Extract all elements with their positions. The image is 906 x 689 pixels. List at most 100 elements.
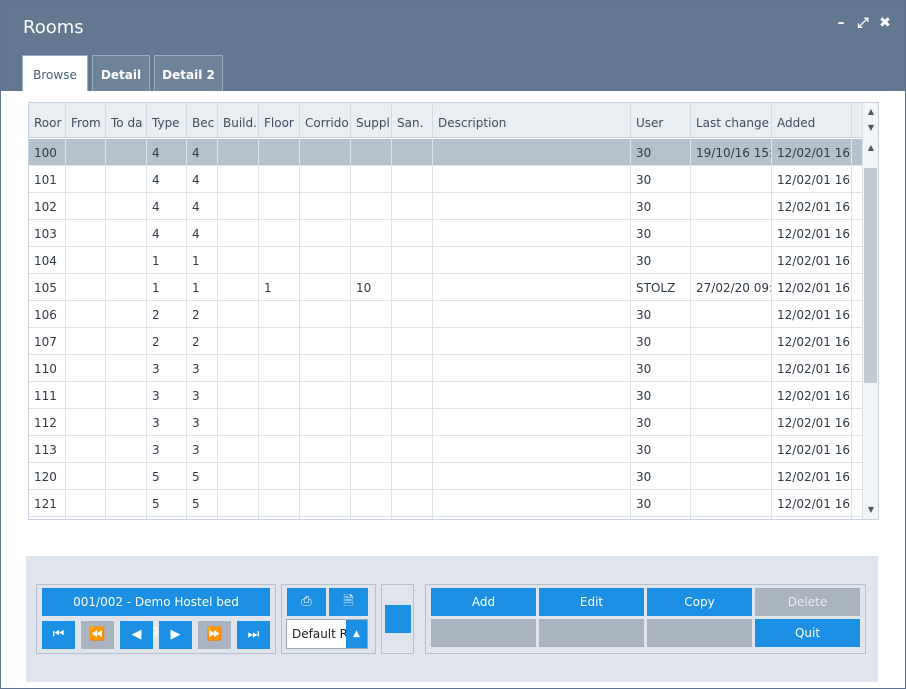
table-cell [351, 247, 392, 274]
table-cell [66, 517, 106, 519]
column-header[interactable]: User [631, 103, 691, 138]
table-cell: 2 [187, 328, 218, 355]
maximize-icon[interactable]: ⤢ [855, 15, 871, 31]
quit-button[interactable]: Quit [755, 619, 860, 647]
column-header[interactable]: Added [772, 103, 852, 138]
table-cell [433, 382, 631, 409]
column-header[interactable]: From [66, 103, 106, 138]
table-cell [106, 436, 147, 463]
table-row[interactable]: 112 3 3 30 12/02/01 16: [29, 409, 863, 436]
table-cell: 3 [147, 382, 187, 409]
minimize-icon[interactable]: – [833, 15, 849, 31]
extra-button[interactable] [385, 605, 411, 633]
table-cell [392, 490, 433, 517]
table-row[interactable]: 110 3 3 30 12/02/01 16: [29, 355, 863, 382]
report-select-value: Default Re [292, 627, 348, 641]
prev-icon[interactable]: ◀ [120, 621, 153, 649]
table-row[interactable]: 113 3 3 30 12/02/01 16: [29, 436, 863, 463]
column-header[interactable]: Build. [218, 103, 259, 138]
table-cell [351, 463, 392, 490]
table-cell [66, 382, 106, 409]
scroll-down-icon[interactable]: ▼ [863, 503, 878, 517]
table-cell: 1 [259, 274, 300, 301]
prev-page-icon[interactable]: ⏪ [81, 621, 114, 649]
table-cell [106, 463, 147, 490]
table-row[interactable]: 107 2 2 30 12/02/01 16: [29, 328, 863, 355]
table-cell: 104 [29, 247, 66, 274]
vertical-scrollbar[interactable]: ▲ ▼ ▲ ▼ [862, 103, 878, 519]
table-cell [106, 382, 147, 409]
table-cell [106, 355, 147, 382]
table-row[interactable]: 121 5 5 30 12/02/01 16: [29, 490, 863, 517]
first-icon[interactable]: ⏮ [42, 621, 75, 649]
table-cell [433, 355, 631, 382]
scroll-up-icon[interactable]: ▲ [863, 141, 878, 155]
table-cell: 1 [147, 274, 187, 301]
table-cell [351, 517, 392, 519]
column-header[interactable]: Type [147, 103, 187, 138]
record-label-button[interactable]: 001/002 - Demo Hostel bed categories [42, 588, 270, 637]
table-row[interactable]: 111 3 3 30 12/02/01 16: [29, 382, 863, 409]
next-page-icon[interactable]: ⏩ [198, 621, 231, 649]
table-row[interactable]: 120 5 5 30 12/02/01 16: [29, 463, 863, 490]
table-cell: 2 [187, 301, 218, 328]
column-header[interactable]: Description [433, 103, 631, 138]
last-icon[interactable]: ⏭ [237, 621, 270, 649]
table-cell: 12/02/01 16: [772, 382, 852, 409]
table-row[interactable]: 106 2 2 30 12/02/01 16: [29, 301, 863, 328]
table-cell: 2 [147, 328, 187, 355]
table-cell [433, 328, 631, 355]
table-cell [433, 301, 631, 328]
table-row[interactable]: 100 4 4 30 19/10/16 15: 12/02/01 16: [29, 139, 863, 166]
scroll-down-icon[interactable]: ▼ [863, 121, 878, 135]
table-cell [259, 193, 300, 220]
report-select[interactable]: Default Re ▲ [286, 619, 368, 649]
column-header[interactable]: Suppl [351, 103, 392, 138]
table-cell: 12/02/01 16: [772, 166, 852, 193]
table-row[interactable]: 104 1 1 30 12/02/01 16: [29, 247, 863, 274]
table-cell [691, 355, 772, 382]
table-cell: 4 [147, 166, 187, 193]
column-header[interactable]: San. [392, 103, 433, 138]
delete-button[interactable]: Delete [755, 588, 860, 616]
export-icon[interactable]: 🗎 [329, 588, 368, 616]
scrollbar-thumb[interactable] [864, 168, 877, 383]
edit-button[interactable]: Edit [539, 588, 644, 616]
tab-detail-2[interactable]: Detail 2 [154, 55, 223, 91]
column-header[interactable]: Bec [187, 103, 218, 138]
table-row[interactable]: 102 4 4 30 12/02/01 16: [29, 193, 863, 220]
column-header[interactable]: Roor [29, 103, 66, 138]
copy-button[interactable]: Copy [647, 588, 752, 616]
column-header[interactable]: Corrido [300, 103, 351, 138]
table-cell [259, 247, 300, 274]
table-cell: 106 [29, 301, 66, 328]
navigation-group: 001/002 - Demo Hostel bed categories ⏮ ⏪… [36, 584, 276, 654]
tab-detail[interactable]: Detail [92, 55, 150, 91]
table-cell [66, 355, 106, 382]
add-button[interactable]: Add [431, 588, 536, 616]
table-cell [691, 436, 772, 463]
extra-group [381, 584, 414, 654]
table-row[interactable]: 105 1 1 1 10 STOLZ 27/02/20 09: 12/02/01 16: [29, 274, 863, 301]
table-cell [66, 139, 106, 166]
column-header[interactable]: To da [106, 103, 147, 138]
table-cell: 30 [631, 382, 691, 409]
table-cell [259, 409, 300, 436]
table-row[interactable]: 101 4 4 30 12/02/01 16: [29, 166, 863, 193]
table-row[interactable]: 103 4 4 30 12/02/01 16: [29, 220, 863, 247]
chevron-up-icon[interactable]: ▲ [346, 620, 367, 648]
close-icon[interactable]: ✖ [877, 15, 893, 31]
column-header[interactable]: Floor [259, 103, 300, 138]
tab-browse[interactable]: Browse [22, 55, 88, 91]
table-cell: 110 [29, 355, 66, 382]
table-cell: 30 [631, 139, 691, 166]
scroll-up-icon[interactable]: ▲ [863, 105, 878, 119]
table-cell [351, 409, 392, 436]
table-row[interactable] [29, 517, 863, 519]
table-cell: 12/02/01 16: [772, 220, 852, 247]
table-cell [218, 382, 259, 409]
print-icon[interactable]: ⎙ [287, 588, 326, 616]
column-header[interactable]: Last change [691, 103, 772, 138]
table-cell: 103 [29, 220, 66, 247]
next-icon[interactable]: ▶ [159, 621, 192, 649]
